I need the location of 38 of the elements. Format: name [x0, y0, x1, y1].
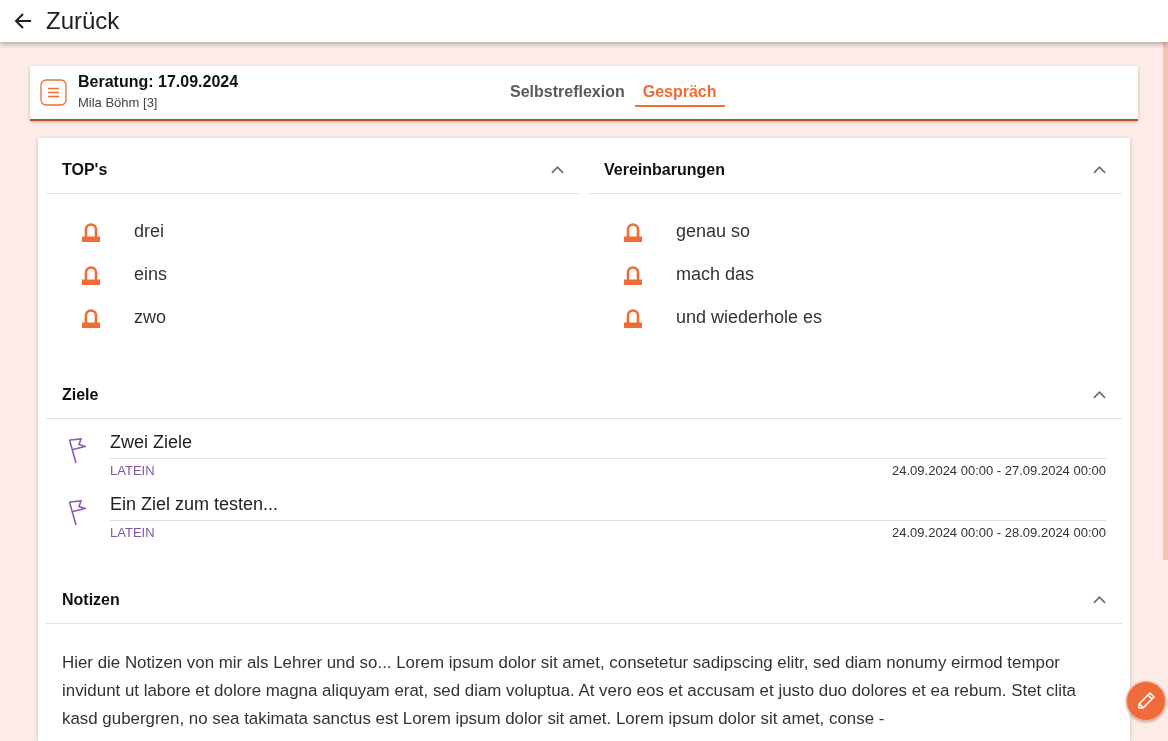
goal-period: 24.09.2024 00:00 - 28.09.2024 00:00: [892, 524, 1106, 543]
siren-icon: [624, 221, 642, 242]
list-item-text: mach das: [676, 263, 755, 286]
pencil-icon: [1136, 691, 1156, 711]
list-item-text: zwo: [134, 306, 166, 329]
section-title: Ziele: [62, 384, 99, 405]
flag-icon: [68, 500, 86, 526]
back-arrow-icon: [14, 12, 32, 30]
siren-icon: [624, 307, 642, 328]
back-button[interactable]: Zurück: [0, 0, 128, 42]
goal-period: 24.09.2024 00:00 - 27.09.2024 00:00: [892, 462, 1106, 481]
chevron-up-icon[interactable]: [1093, 595, 1106, 604]
tab[interactable]: Selbstreflexion: [502, 78, 633, 107]
student-name: Mila Böhm [3]: [78, 94, 159, 112]
chevron-up-icon[interactable]: [1093, 390, 1106, 399]
chevron-up-icon[interactable]: [551, 165, 564, 174]
siren-icon: [82, 221, 100, 242]
list-item-text: und wiederhole es: [676, 306, 823, 329]
goal-subject: LATEIN: [110, 462, 155, 481]
list-item-text: genau so: [676, 220, 751, 243]
flag-icon: [68, 438, 86, 464]
section-title: TOP's: [62, 159, 108, 180]
chevron-up-icon[interactable]: [1093, 165, 1106, 174]
notes-text: Hier die Notizen von mir als Lehrer und so... Lorem ipsum dolor sit amet, consetetur sadipscing elitr, sed diam nonumy eirmod tempor invidunt ut labore et dolore magna aliquyam erat, sed diam voluptua. At vero eos et accusam et justo duo dolores et ea rebum. Stet clita kasd gubergren, no sea takimata sanctus est Lorem ipsum dolor sit amet. Lorem ipsum dolor sit amet, conse -: [62, 652, 1077, 730]
edit-button[interactable]: [1126, 681, 1166, 721]
consultation-title: Beratung: 17.09.2024: [78, 72, 240, 92]
siren-icon: [82, 264, 100, 285]
goal-title: Ein Ziel zum testen...: [110, 493, 279, 516]
list-item-text: drei: [134, 220, 164, 243]
section-title: Notizen: [62, 589, 120, 610]
section-title: Vereinbarungen: [604, 159, 725, 180]
goal-title: Zwei Ziele: [110, 431, 193, 454]
list-item-text: eins: [134, 263, 168, 286]
scrollbar-thumb[interactable]: [1163, 42, 1168, 560]
siren-icon: [624, 264, 642, 285]
siren-icon: [82, 307, 100, 328]
notes-icon: [40, 79, 67, 106]
goal-subject: LATEIN: [110, 524, 155, 543]
